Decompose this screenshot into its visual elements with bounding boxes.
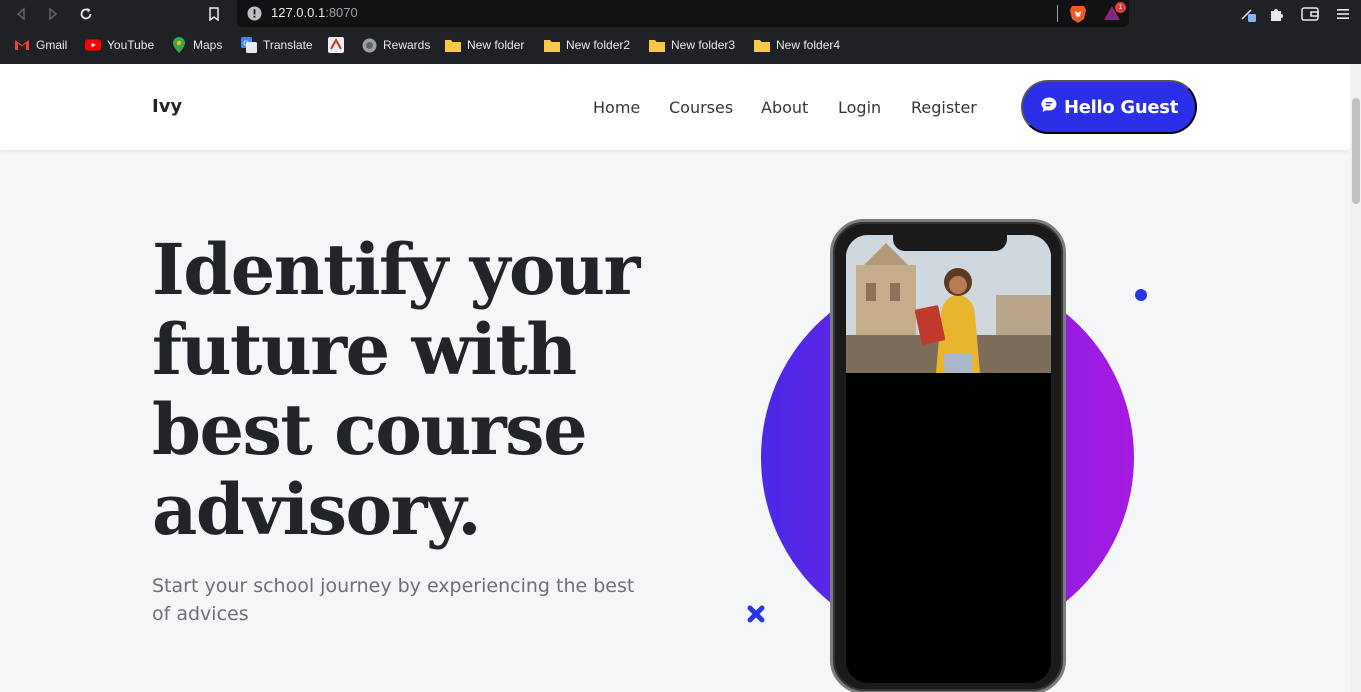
nav-courses[interactable]: Courses: [669, 98, 733, 117]
hero-title-line: Identify your: [152, 228, 640, 311]
brave-shields-icon[interactable]: [1069, 4, 1087, 28]
nav-register[interactable]: Register: [911, 98, 977, 117]
extension-pen-icon[interactable]: [1238, 5, 1258, 23]
bookmark-label: Maps: [193, 38, 223, 52]
bookmark-gmail[interactable]: Gmail: [14, 36, 67, 54]
decorative-x-icon: [746, 604, 766, 628]
bookmark-maps[interactable]: Maps: [171, 36, 222, 54]
phone-notch: [893, 234, 1007, 251]
decorative-dot: [1135, 289, 1147, 301]
address-bar[interactable]: 127.0.0.1:8070 1: [237, 0, 1129, 27]
bookmark-label: YouTube: [107, 38, 155, 52]
reload-icon: [80, 8, 92, 20]
forward-button[interactable]: [42, 4, 64, 24]
nav-about[interactable]: About: [761, 98, 808, 117]
bookmark-label: Gmail: [36, 38, 68, 52]
url-host: 127.0.0.1: [271, 5, 326, 20]
hero-title-line: advisory.: [152, 468, 482, 551]
hello-guest-label: Hello Guest: [1063, 96, 1179, 118]
bookmark-translate[interactable]: G Translate: [241, 36, 313, 54]
reload-button[interactable]: [75, 4, 97, 24]
phone-screen: [846, 235, 1051, 683]
bookmark-youtube[interactable]: YouTube: [85, 36, 154, 54]
scrollbar-thumb[interactable]: [1352, 98, 1360, 204]
brand-logo[interactable]: Ivy: [152, 96, 182, 117]
back-button[interactable]: [10, 4, 32, 24]
bookmark-page-button[interactable]: [203, 4, 225, 24]
bookmark-folder[interactable]: New folder2: [544, 36, 630, 54]
bookmark-site-icon: [328, 37, 344, 53]
hero-subtitle: Start your school journey by experiencin…: [152, 575, 635, 625]
chat-icon: [1040, 96, 1058, 119]
hero-title: Identify your future with best course ad…: [152, 230, 712, 550]
bookmark-folder[interactable]: New folder: [445, 36, 524, 54]
bookmark-icon: [209, 7, 219, 21]
forward-arrow-icon: [49, 7, 58, 21]
phone-mockup: [830, 219, 1066, 692]
hero-title-line: best course: [152, 388, 588, 471]
hero-title-line: future with: [152, 308, 577, 391]
bookmark-folder[interactable]: New folder3: [649, 36, 735, 54]
rewards-icon: [361, 37, 377, 53]
extensions-puzzle-icon[interactable]: [1266, 5, 1286, 23]
wallet-icon[interactable]: [1300, 5, 1320, 23]
folder-icon: [649, 37, 665, 53]
url-port: :8070: [325, 5, 358, 20]
youtube-icon: [85, 37, 101, 53]
gmail-icon: [14, 37, 30, 53]
bookmark-label: New folder4: [776, 38, 841, 52]
bookmark-site[interactable]: [328, 36, 344, 54]
back-arrow-icon: [16, 7, 25, 21]
browser-toolbar: 127.0.0.1:8070 1: [0, 0, 1361, 28]
bookmark-folder[interactable]: New folder4: [754, 36, 840, 54]
site-navbar: Ivy Home Courses About Login Register He…: [0, 64, 1350, 150]
nav-home[interactable]: Home: [593, 98, 640, 117]
student-photo: [846, 235, 1051, 373]
bookmark-label: Rewards: [383, 38, 431, 52]
bookmark-rewards[interactable]: Rewards: [361, 36, 430, 54]
page-scrollbar[interactable]: [1350, 64, 1361, 692]
browser-chrome: 127.0.0.1:8070 1 Gmail YouTube Maps G Tr…: [0, 0, 1361, 64]
site-info-icon[interactable]: [247, 6, 262, 25]
folder-icon: [544, 37, 560, 53]
folder-icon: [445, 37, 461, 53]
url-divider: [1057, 5, 1058, 22]
svg-text:G: G: [243, 41, 248, 48]
translate-icon: G: [241, 37, 257, 53]
bookmark-label: New folder2: [566, 38, 631, 52]
bookmark-label: New folder: [467, 38, 525, 52]
menu-icon[interactable]: [1333, 5, 1353, 23]
maps-icon: [171, 37, 187, 53]
folder-icon: [754, 37, 770, 53]
notification-badge: 1: [1115, 2, 1126, 13]
bookmark-label: New folder3: [671, 38, 736, 52]
bookmark-label: Translate: [263, 38, 313, 52]
nav-login[interactable]: Login: [838, 98, 881, 117]
bookmarks-bar: Gmail YouTube Maps G Translate Rewards N…: [0, 33, 1361, 57]
page-viewport: Ivy Home Courses About Login Register He…: [0, 64, 1350, 692]
url-text[interactable]: 127.0.0.1:8070: [271, 5, 358, 20]
hello-guest-button[interactable]: Hello Guest: [1021, 80, 1197, 134]
